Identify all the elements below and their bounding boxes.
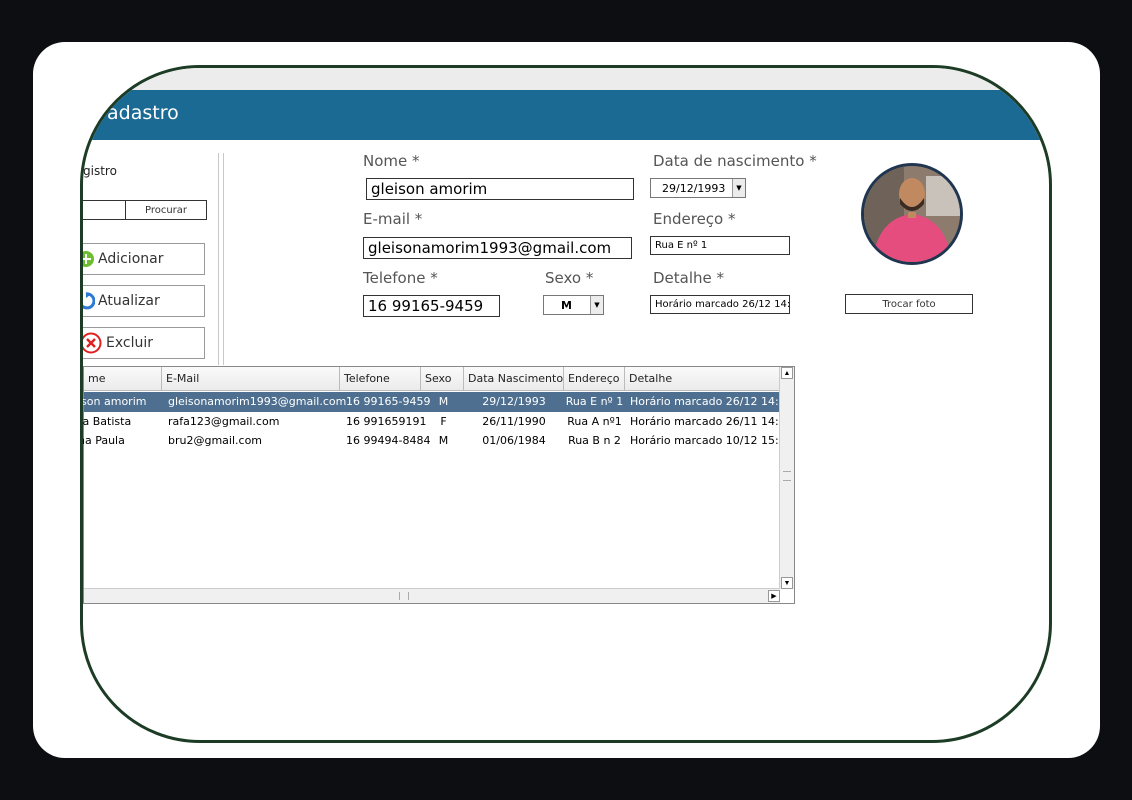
- telefone-input[interactable]: 16 99165-9459: [363, 295, 500, 317]
- cell-endereco: Rua B n 2: [568, 434, 621, 447]
- sexo-select[interactable]: M ▼: [543, 295, 604, 315]
- update-button-label: Atualizar: [98, 293, 160, 309]
- cell-telefone: 16 99494-8484: [346, 434, 431, 447]
- vertical-scrollbar[interactable]: ▲ ▼: [779, 367, 794, 589]
- panel-divider: [218, 153, 219, 365]
- title-bar: adastro: [83, 90, 1049, 140]
- change-photo-button[interactable]: Trocar foto: [845, 294, 973, 314]
- chevron-down-icon[interactable]: ▼: [590, 296, 603, 314]
- horizontal-scrollbar[interactable]: ▶: [84, 588, 780, 603]
- col-sexo-header[interactable]: Sexo: [421, 367, 464, 391]
- cell-endereco: Rua A nº1: [567, 414, 622, 428]
- cell-nascimento: 01/06/1984: [482, 434, 546, 447]
- cell-detalhe: Horário marcado 26/11 14:3(: [630, 414, 780, 428]
- cell-endereco: Rua E nº 1: [565, 395, 624, 408]
- cell-sexo: M: [438, 395, 449, 408]
- cell-email: rafa123@gmail.com: [168, 414, 280, 428]
- cell-nascimento: 29/12/1993: [482, 395, 546, 408]
- nome-label: Nome *: [363, 152, 420, 170]
- table-row[interactable]: ra Batista rafa123@gmail.com 16 991659191 F…: [83, 412, 780, 432]
- window-title: adastro: [107, 102, 179, 124]
- panel-divider-2: [223, 153, 224, 365]
- col-email-header[interactable]: E-Mail: [162, 367, 340, 391]
- scroll-right-icon[interactable]: ▶: [768, 590, 780, 602]
- endereco-input[interactable]: Rua E nº 1: [650, 236, 790, 255]
- cell-nascimento: 26/11/1990: [482, 414, 546, 428]
- plus-circle-icon: [83, 251, 94, 267]
- telefone-label: Telefone *: [363, 269, 438, 287]
- sexo-value: M: [561, 299, 572, 312]
- col-nascimento-header[interactable]: Data Nascimento: [464, 367, 564, 391]
- email-input[interactable]: gleisonamorim1993@gmail.com: [363, 237, 632, 259]
- search-input[interactable]: [83, 200, 125, 220]
- col-detalhe-header[interactable]: Detalhe: [625, 367, 780, 391]
- search-button[interactable]: Procurar: [125, 200, 207, 220]
- cell-telefone: 16 991659191: [346, 414, 427, 428]
- add-button[interactable]: Adicionar: [83, 243, 205, 275]
- app-window: adastro gistro Procurar Adicionar Atuali…: [80, 65, 1052, 743]
- scroll-thumb-grip: [783, 471, 791, 481]
- scroll-down-icon[interactable]: ▼: [781, 577, 793, 589]
- search-label: gistro: [83, 164, 117, 178]
- scroll-up-icon[interactable]: ▲: [781, 367, 793, 379]
- col-telefone-header[interactable]: Telefone: [340, 367, 421, 391]
- endereco-label: Endereço *: [653, 210, 736, 228]
- email-label: E-mail *: [363, 210, 423, 228]
- cell-sexo: F: [440, 414, 447, 428]
- delete-button[interactable]: Excluir: [83, 327, 205, 359]
- records-table[interactable]: me E-Mail Telefone Sexo Data Nascimento Ender…: [83, 366, 795, 604]
- cell-nome: ison amorim: [80, 395, 147, 408]
- cell-nome: na Paula: [80, 434, 125, 447]
- delete-button-label: Excluir: [106, 335, 153, 351]
- cell-nome: ra Batista: [80, 414, 132, 428]
- cell-telefone: 16 99165-9459: [346, 395, 431, 408]
- nascimento-datepicker[interactable]: 29/12/1993 ▼: [650, 178, 746, 198]
- detalhe-label: Detalhe *: [653, 269, 725, 287]
- person-photo-icon: [864, 166, 960, 262]
- chevron-down-icon[interactable]: ▼: [732, 179, 745, 197]
- nascimento-value: 29/12/1993: [662, 182, 726, 195]
- refresh-icon: [83, 292, 95, 310]
- cell-email: bru2@gmail.com: [168, 434, 263, 447]
- cell-detalhe: Horário marcado 10/12 15:0(: [630, 434, 780, 447]
- cell-email: gleisonamorim1993@gmail.com: [168, 395, 347, 408]
- table-row[interactable]: na Paula bru2@gmail.com 16 99494-8484 M 01/0…: [83, 431, 780, 451]
- hscroll-thumb-grip: [399, 592, 409, 600]
- nascimento-label: Data de nascimento *: [653, 152, 817, 170]
- cell-sexo: M: [438, 434, 449, 447]
- x-circle-icon: [83, 332, 102, 354]
- col-endereco-header[interactable]: Endereço: [564, 367, 625, 391]
- profile-photo: [861, 163, 963, 265]
- table-row[interactable]: ison amorim gleisonamorim1993@gmail.com 16…: [83, 392, 780, 412]
- detalhe-input[interactable]: Horário marcado 26/12 14:: [650, 295, 790, 314]
- sexo-label: Sexo *: [545, 269, 594, 287]
- update-button[interactable]: Atualizar: [83, 285, 205, 317]
- window-top-strip: [83, 68, 1049, 90]
- cell-detalhe: Horário marcado 26/12 14:0(: [630, 395, 780, 408]
- col-nome-header[interactable]: me: [84, 367, 162, 391]
- add-button-label: Adicionar: [98, 251, 164, 267]
- nome-input[interactable]: gleison amorim: [366, 178, 634, 200]
